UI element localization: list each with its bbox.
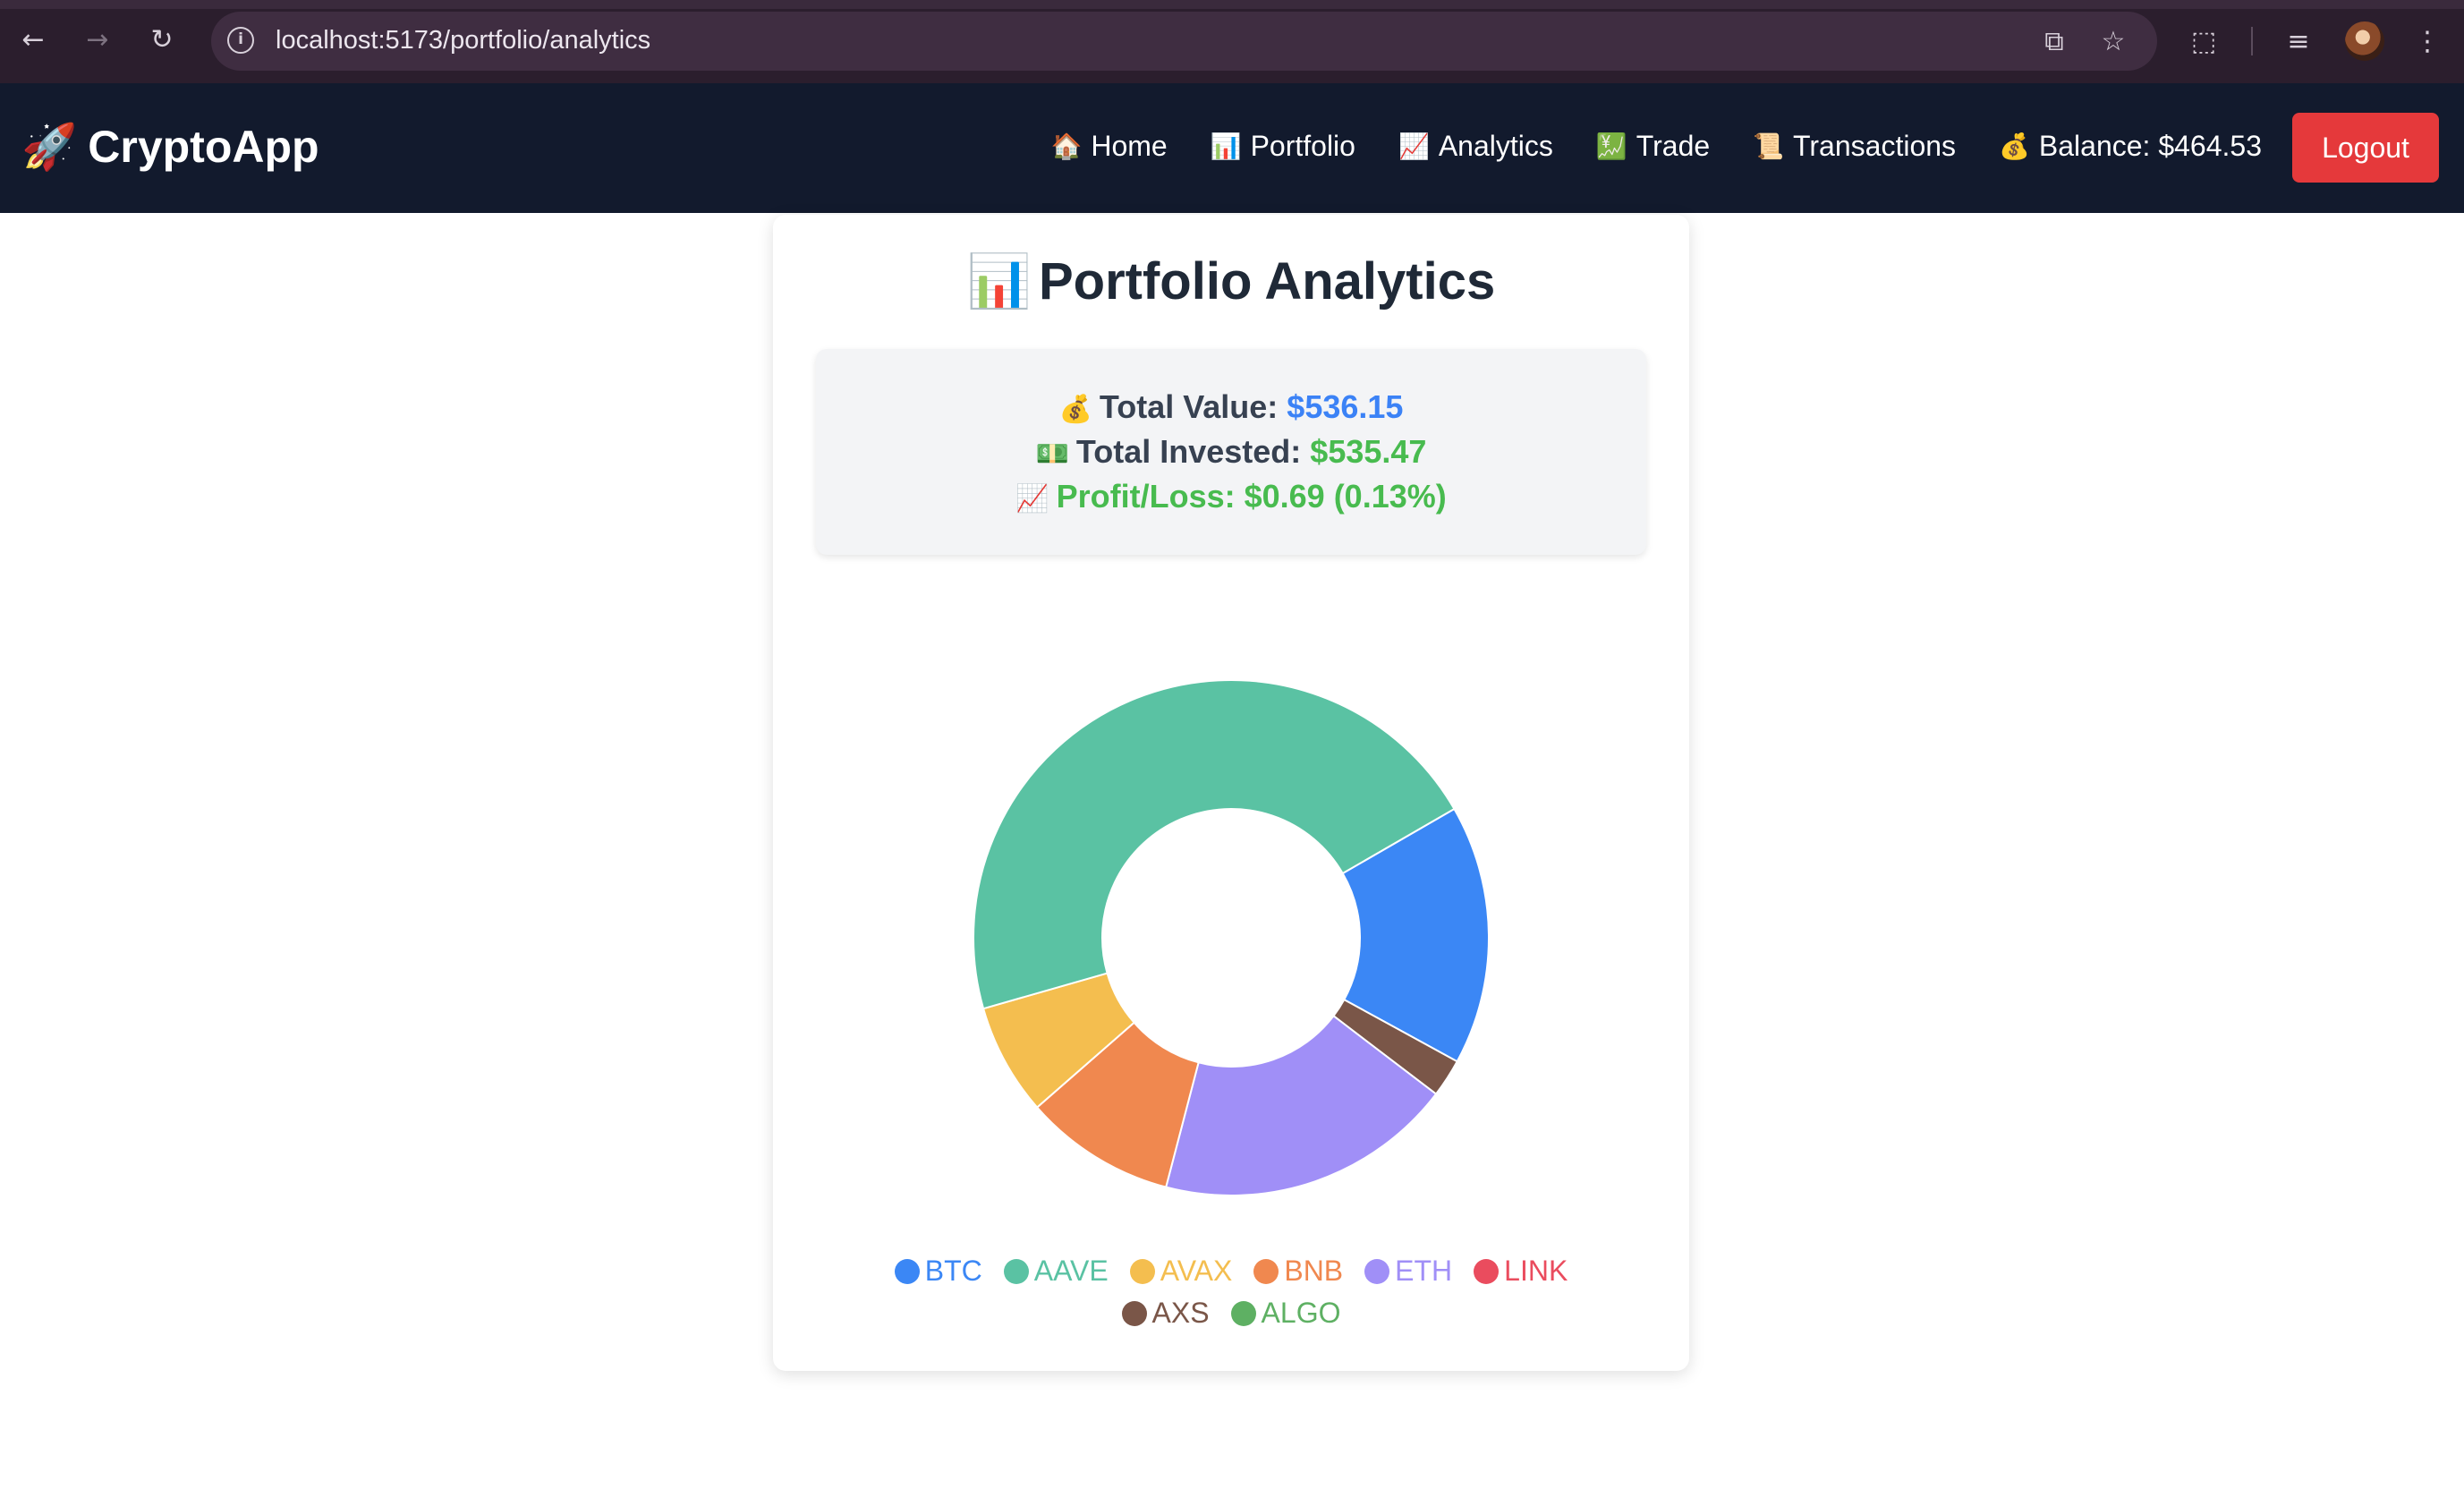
profit-loss-text: Profit/Loss: $0.69 (0.13%): [1056, 478, 1447, 515]
total-value-label: Total Value:: [1099, 388, 1279, 425]
nav-link-analytics[interactable]: 📈 Analytics: [1398, 130, 1553, 163]
balance-text: Balance: $464.53: [2038, 130, 2262, 162]
chart-yen-icon: 💹: [1595, 132, 1627, 161]
legend-item-aave[interactable]: AAVE: [1003, 1255, 1109, 1288]
legend-label: BTC: [924, 1255, 982, 1287]
nav-link-label: Home: [1091, 130, 1168, 162]
logout-button[interactable]: Logout: [2292, 113, 2439, 183]
total-invested-label: Total Invested:: [1075, 433, 1302, 470]
site-info-icon[interactable]: i: [227, 27, 254, 54]
nav-link-home[interactable]: 🏠 Home: [1050, 130, 1167, 163]
media-controls-icon[interactable]: ≡: [2278, 21, 2319, 63]
home-icon: 🏠: [1050, 132, 1083, 161]
bookmark-star-icon[interactable]: ☆: [2095, 24, 2131, 60]
money-bag-icon: 💰: [1058, 394, 1092, 425]
total-value-row: 💰 Total Value: $536.15: [1059, 388, 1404, 426]
profile-avatar[interactable]: [2345, 21, 2384, 61]
profit-loss-row: 📈 Profit/Loss: $0.69 (0.13%): [1015, 478, 1447, 515]
trending-up-icon: 📈: [1398, 132, 1430, 161]
translate-icon[interactable]: ⧉: [2036, 24, 2072, 60]
legend-label: ETH: [1395, 1255, 1453, 1287]
legend-label: ALGO: [1261, 1297, 1341, 1329]
bar-chart-icon: 📊: [966, 251, 1032, 311]
tab-strip: [0, 0, 2464, 9]
legend-label: AVAX: [1160, 1255, 1233, 1287]
legend-item-axs[interactable]: AXS: [1121, 1297, 1210, 1330]
brand-name: CryptoApp: [88, 122, 319, 172]
page-title: 📊 Portfolio Analytics: [773, 251, 1689, 312]
bar-chart-icon: 📊: [1210, 132, 1242, 161]
legend-item-eth[interactable]: ETH: [1364, 1255, 1452, 1288]
nav-link-label: Transactions: [1793, 130, 1957, 162]
legend-swatch: [1364, 1258, 1390, 1284]
rocket-icon: 🚀: [21, 121, 78, 173]
dollar-banknote-icon: 💵: [1035, 438, 1069, 470]
browser-chrome: ← → ↻ i localhost:5173/portfolio/analyti…: [0, 0, 2464, 83]
legend-label: BNB: [1284, 1255, 1344, 1287]
nav-link-label: Trade: [1636, 130, 1711, 162]
extensions-icon[interactable]: ⬚: [2183, 21, 2224, 63]
allocation-donut-chart[interactable]: [973, 680, 1489, 1195]
forward-icon[interactable]: →: [77, 20, 118, 61]
brand-logo[interactable]: 🚀 CryptoApp: [21, 121, 319, 174]
legend-item-algo[interactable]: ALGO: [1230, 1297, 1341, 1330]
legend-swatch: [894, 1258, 920, 1284]
back-icon[interactable]: ←: [13, 20, 54, 61]
page-title-text: Portfolio Analytics: [1038, 252, 1496, 311]
nav-link-transactions[interactable]: 📜 Transactions: [1753, 130, 1956, 163]
legend-label: AAVE: [1033, 1255, 1109, 1287]
app-navbar: 🚀 CryptoApp 🏠 Home 📊 Portfolio 📈 Analytic…: [0, 83, 2464, 213]
address-bar[interactable]: i localhost:5173/portfolio/analytics ⧉ ☆: [211, 12, 2157, 71]
toolbar-divider: [2251, 27, 2253, 55]
legend-label: AXS: [1151, 1297, 1210, 1329]
reload-icon[interactable]: ↻: [141, 20, 183, 61]
balance-display: 💰 Balance: $464.53: [1999, 130, 2262, 163]
money-bag-icon: 💰: [1999, 132, 2030, 161]
legend-swatch: [1230, 1300, 1256, 1326]
trending-up-icon: 📈: [1015, 483, 1049, 515]
total-value-amount: $536.15: [1287, 388, 1404, 425]
legend-swatch: [1129, 1258, 1155, 1284]
url-text[interactable]: localhost:5173/portfolio/analytics: [276, 26, 650, 55]
nav-link-label: Portfolio: [1250, 130, 1355, 162]
total-invested-amount: $535.47: [1310, 433, 1427, 470]
legend-swatch: [1003, 1258, 1029, 1284]
legend-label: LINK: [1504, 1255, 1568, 1287]
total-invested-row: 💵 Total Invested: $535.47: [1036, 433, 1427, 471]
legend-item-avax[interactable]: AVAX: [1129, 1255, 1233, 1288]
nav-link-portfolio[interactable]: 📊 Portfolio: [1211, 130, 1355, 163]
legend-item-btc[interactable]: BTC: [894, 1255, 982, 1288]
legend-swatch: [1474, 1258, 1500, 1284]
chart-legend: BTC AAVE AVAX BNB ETH LINK AXS ALGO: [873, 1255, 1589, 1330]
nav-link-trade[interactable]: 💹 Trade: [1596, 130, 1710, 163]
legend-swatch: [1253, 1258, 1279, 1284]
menu-kebab-icon[interactable]: ⋮: [2407, 21, 2448, 63]
legend-item-bnb[interactable]: BNB: [1253, 1255, 1343, 1288]
portfolio-summary: 💰 Total Value: $536.15 💵 Total Invested: $…: [816, 349, 1646, 555]
legend-swatch: [1121, 1300, 1147, 1326]
legend-item-link[interactable]: LINK: [1474, 1255, 1568, 1288]
scroll-icon: 📜: [1753, 132, 1785, 161]
nav-link-label: Analytics: [1438, 130, 1553, 162]
analytics-card: 📊 Portfolio Analytics 💰 Total Value: $536.…: [773, 215, 1689, 1371]
nav-links: 🏠 Home 📊 Portfolio 📈 Analytics 💹 Trade 📜…: [1050, 130, 2262, 163]
